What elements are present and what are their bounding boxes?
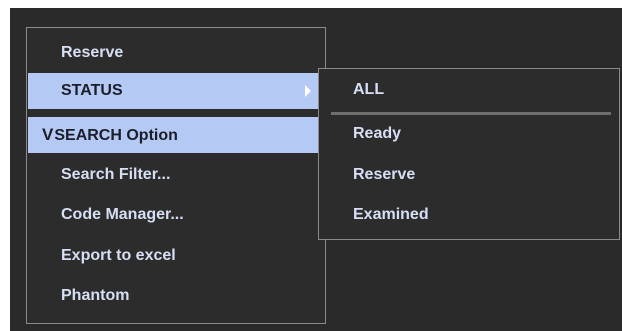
menu-item-label: Reserve bbox=[61, 44, 124, 61]
submenu-item-reserve[interactable]: Reserve bbox=[320, 157, 618, 193]
status-submenu: ALL Ready Reserve Examined bbox=[318, 68, 620, 240]
submenu-item-all[interactable]: ALL bbox=[320, 72, 618, 108]
submenu-item-label: Reserve bbox=[353, 166, 416, 183]
menu-item-reserve[interactable]: Reserve bbox=[28, 35, 324, 71]
submenu-item-label: Examined bbox=[353, 206, 429, 223]
submenu-item-label: Ready bbox=[353, 125, 402, 142]
menu-item-label: Export to excel bbox=[61, 247, 176, 264]
menu-item-label: SEARCH Option bbox=[54, 127, 178, 144]
menu-item-phantom[interactable]: Phantom bbox=[28, 278, 324, 314]
submenu-separator bbox=[331, 112, 611, 115]
submenu-item-examined[interactable]: Examined bbox=[320, 197, 618, 233]
menu-item-label: Search Filter... bbox=[61, 166, 171, 183]
checkmark-icon: V bbox=[42, 125, 54, 144]
submenu-arrow-icon bbox=[305, 85, 311, 97]
context-menu: Reserve STATUS VSEARCH Option Search Fil… bbox=[26, 27, 326, 324]
submenu-item-label: ALL bbox=[353, 81, 385, 98]
menu-item-label: Phantom bbox=[61, 287, 130, 304]
submenu-item-ready[interactable]: Ready bbox=[320, 116, 618, 152]
menu-item-code-manager[interactable]: Code Manager... bbox=[28, 197, 324, 233]
menu-item-label: STATUS bbox=[61, 82, 123, 99]
menu-item-search-option[interactable]: VSEARCH Option bbox=[28, 117, 324, 153]
menu-item-export-to-excel[interactable]: Export to excel bbox=[28, 238, 324, 274]
menu-item-search-filter[interactable]: Search Filter... bbox=[28, 157, 324, 193]
menu-item-status[interactable]: STATUS bbox=[28, 73, 324, 109]
menu-item-label: Code Manager... bbox=[61, 206, 184, 223]
